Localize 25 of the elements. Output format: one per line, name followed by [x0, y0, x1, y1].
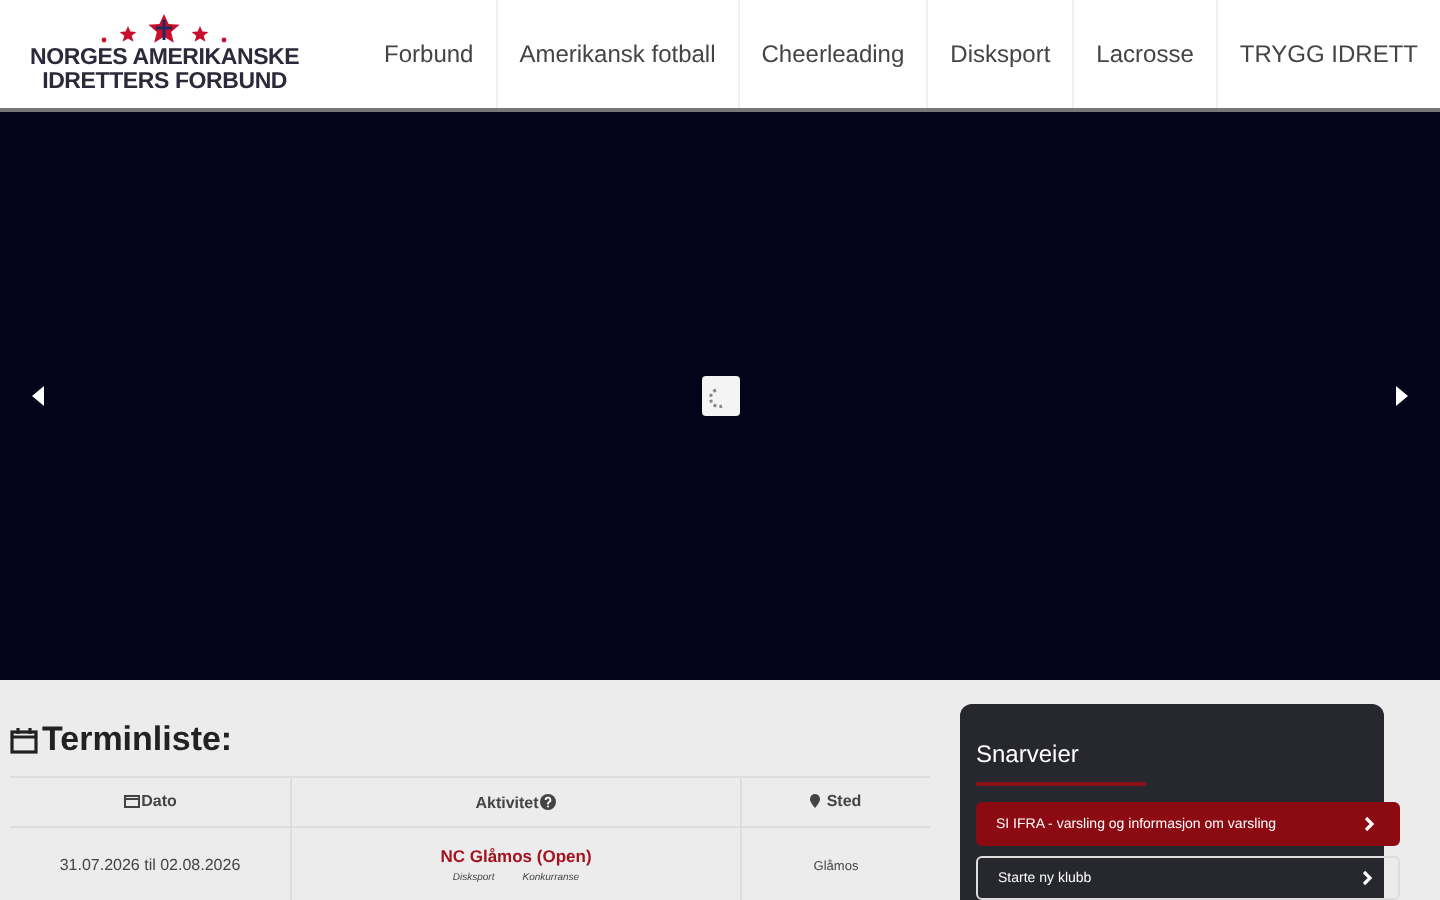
logo-text: NORGES AMERIKANSKE: [30, 48, 300, 70]
nav-link[interactable]: Amerikansk fotball: [495, 0, 738, 108]
next-arrow-icon[interactable]: [1394, 386, 1410, 406]
column-header: Sted: [826, 792, 862, 810]
column-header: Aktivitet: [475, 793, 539, 811]
nav-link[interactable]: Cheerleading: [737, 0, 927, 108]
star-emblem-icon: [98, 14, 231, 46]
card-heading: Snarveier: [976, 740, 1079, 768]
nav-link[interactable]: TRYGG IDRETT: [1215, 0, 1440, 108]
column-header: Dato: [141, 792, 177, 810]
chevron-right-icon: [1364, 816, 1376, 832]
calendar-icon: [123, 794, 140, 808]
section-heading: Terminliste:: [42, 720, 233, 760]
logo-text: IDRETTERS FORBUND: [42, 72, 288, 94]
nav-link[interactable]: Lacrosse: [1072, 0, 1216, 108]
map-pin-icon: [810, 794, 821, 808]
help-icon[interactable]: [540, 794, 557, 810]
date-cell: 31.07.2026 til 02.08.2026: [59, 855, 241, 873]
calendar-icon: [10, 727, 38, 753]
nav-link[interactable]: Forbund: [362, 0, 496, 108]
previous-arrow-icon[interactable]: [30, 386, 46, 406]
loading-spinner-icon: [701, 376, 739, 416]
chevron-right-icon: [1362, 870, 1374, 886]
event-link[interactable]: NC Glåmos (Open): [440, 845, 592, 865]
nav-link[interactable]: Disksport: [926, 0, 1073, 108]
